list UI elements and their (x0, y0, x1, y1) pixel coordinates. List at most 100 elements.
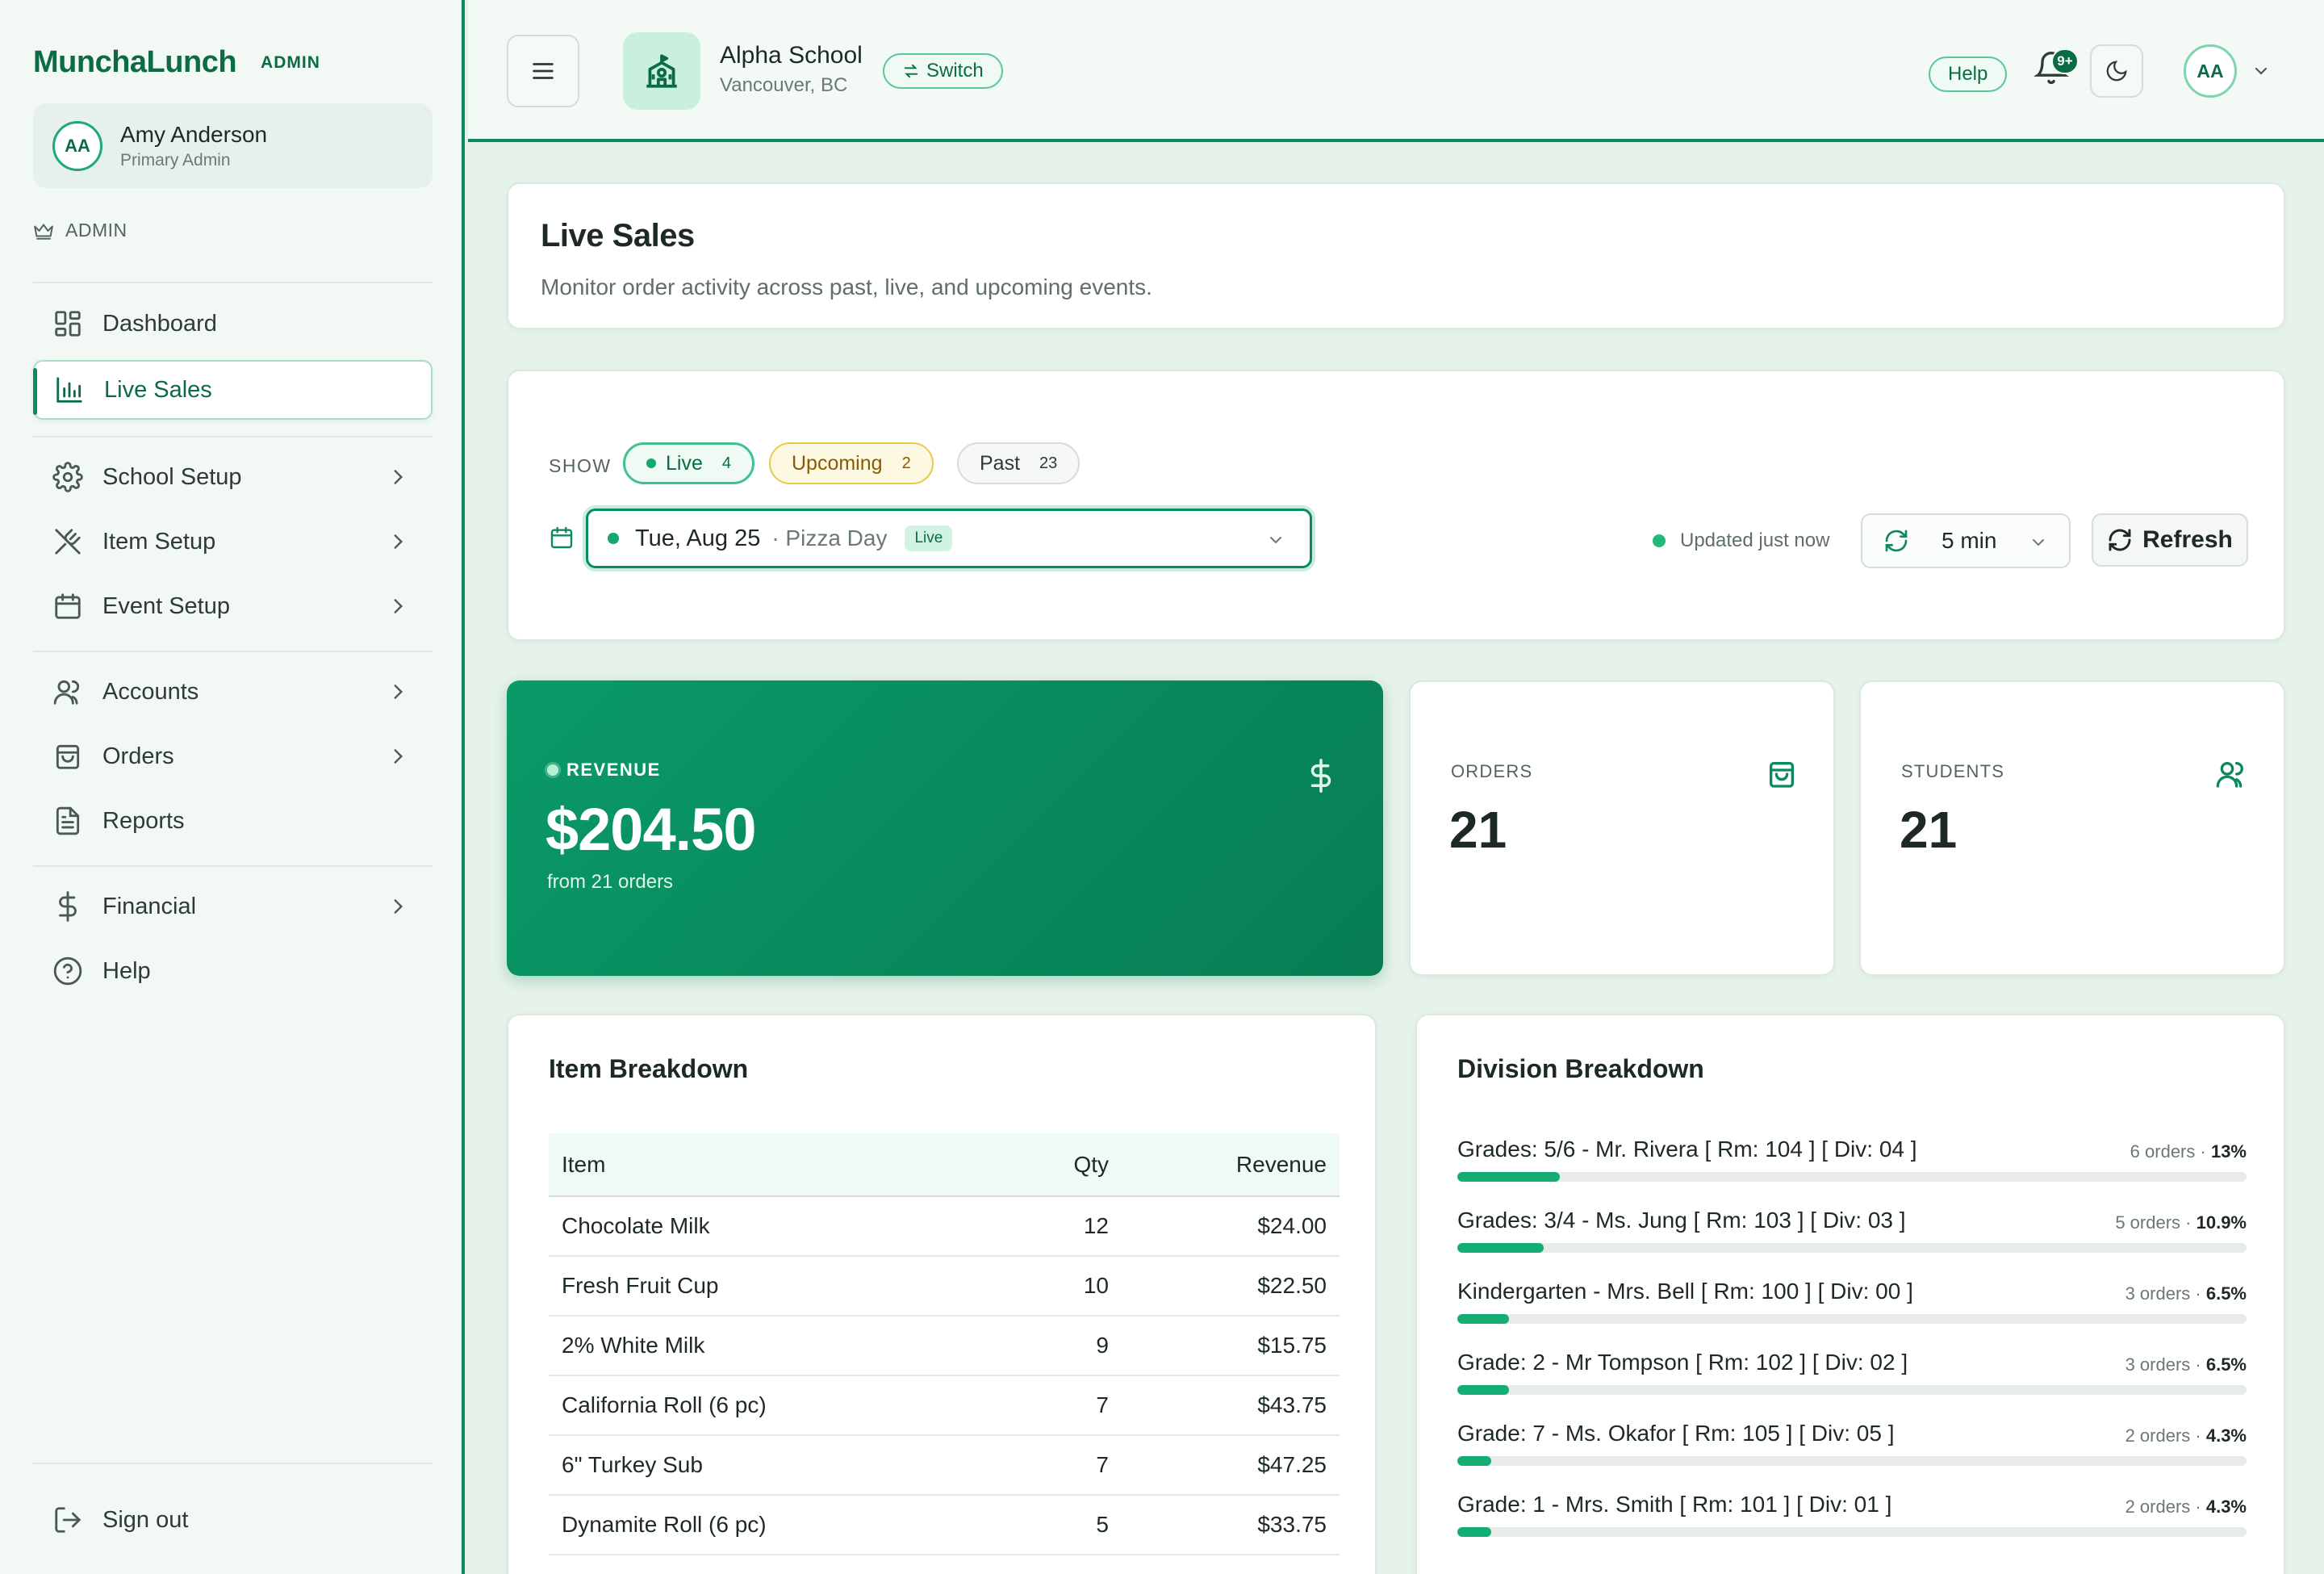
user-role: Primary Admin (120, 150, 231, 170)
orders-label: ORDERS (1451, 761, 1533, 781)
progress-track (1457, 1385, 2247, 1395)
notification-badge: 9+ (2051, 48, 2079, 74)
user-card[interactable]: AA Amy Anderson Primary Admin (33, 103, 433, 188)
chevron-down-icon (2033, 539, 2044, 546)
refresh-interval-select[interactable]: 5 min (1861, 513, 2071, 568)
progress-fill (1457, 1243, 1544, 1253)
filter-past-pill[interactable]: Past 23 (957, 442, 1080, 484)
list-item: Grade: 2 - Mr Tompson [ Rm: 102 ] [ Div:… (1457, 1350, 2247, 1398)
event-name: · Pizza Day (771, 525, 888, 550)
table-header-row: Item Qty Revenue (549, 1133, 1340, 1197)
progress-fill (1457, 1172, 1561, 1182)
sidebar-item-label: Help (102, 957, 151, 984)
division-name: Grade: 1 - Mrs. Smith [ Rm: 101 ] [ Div:… (1457, 1492, 1892, 1517)
page-subtitle: Monitor order activity across past, live… (541, 274, 1152, 299)
item-name-cell: Fresh Fruit Cup (549, 1256, 993, 1317)
item-qty-cell: 10 (993, 1256, 1114, 1317)
switch-school-button[interactable]: Switch (883, 53, 1003, 89)
item-qty-cell: 9 (993, 1316, 1114, 1376)
item-breakdown-title: Item Breakdown (549, 1054, 749, 1083)
table-row: Chocolate Milk 12 $24.00 (549, 1196, 1340, 1257)
chevron-right-icon (394, 684, 403, 699)
chevron-down-icon[interactable] (2251, 61, 2271, 81)
sidebar-item-event-setup[interactable]: Event Setup (33, 576, 433, 636)
sidebar-item-school-setup[interactable]: School Setup (33, 447, 433, 507)
live-dot (608, 533, 619, 544)
orders-card: ORDERS 21 (1409, 680, 1835, 976)
item-name-cell: 6" Turkey Sub (549, 1435, 993, 1496)
sidebar-item-reports[interactable]: Reports (33, 791, 433, 851)
item-breakdown-table: Item Qty Revenue Chocolate Milk 12 $24.0… (549, 1133, 1340, 1555)
division-breakdown-card: Division Breakdown Grades: 5/6 - Mr. Riv… (1415, 1014, 2285, 1574)
list-item: Grade: 7 - Ms. Okafor [ Rm: 105 ] [ Div:… (1457, 1421, 2247, 1469)
revenue-subtext: from 21 orders (547, 871, 674, 893)
help-button[interactable]: Help (1929, 57, 2008, 92)
filter-upcoming-pill[interactable]: Upcoming 2 (769, 442, 934, 484)
brand-name: MunchaLunch (33, 45, 237, 79)
sidebar-item-item-setup[interactable]: Item Setup (33, 512, 433, 571)
filter-card: SHOW Live 4 Upcoming 2 Past 23 Tue, Aug … (507, 370, 2285, 641)
divider (33, 865, 433, 867)
sidebar: MunchaLunch ADMIN AA Amy Anderson Primar… (0, 0, 465, 1574)
menu-button[interactable] (507, 35, 579, 107)
users-icon (2216, 762, 2243, 788)
sign-out-button[interactable]: Sign out (33, 1490, 433, 1550)
column-header-item[interactable]: Item (549, 1133, 993, 1197)
users-icon (53, 680, 80, 705)
progress-fill (1457, 1527, 1492, 1537)
division-name: Grade: 2 - Mr Tompson [ Rm: 102 ] [ Div:… (1457, 1350, 1908, 1375)
table-row: Fresh Fruit Cup 10 $22.50 (549, 1256, 1340, 1317)
dollar-icon (59, 891, 77, 922)
event-select[interactable]: Tue, Aug 25 · Pizza Day Live (586, 509, 1312, 568)
division-stat: 2 orders · 4.3% (2125, 1425, 2247, 1446)
updated-status: Updated just now (1653, 530, 1829, 552)
divider (33, 436, 433, 437)
sidebar-item-live-sales[interactable]: Live Sales (33, 360, 433, 420)
revenue-label: REVENUE (547, 760, 661, 781)
table-row: California Roll (6 pc) 7 $43.75 (549, 1375, 1340, 1436)
sidebar-item-financial[interactable]: Financial (33, 877, 433, 936)
orders-value: 21 (1449, 801, 1507, 859)
division-stat: 5 orders · 10.9% (2115, 1212, 2247, 1233)
refresh-icon (2109, 529, 2131, 551)
sidebar-item-help[interactable]: Help (33, 941, 433, 1001)
column-header-qty[interactable]: Qty (993, 1133, 1114, 1197)
brand[interactable]: MunchaLunch ADMIN (33, 45, 320, 80)
item-qty-cell: 7 (993, 1375, 1114, 1436)
header-avatar[interactable]: AA (2184, 44, 2237, 98)
item-name-cell: Dynamite Roll (6 pc) (549, 1495, 993, 1555)
item-qty-cell: 5 (993, 1495, 1114, 1555)
table-row: 6" Turkey Sub 7 $47.25 (549, 1435, 1340, 1496)
item-name-cell: California Roll (6 pc) (549, 1375, 993, 1436)
students-value: 21 (1900, 801, 1958, 859)
divider (33, 282, 433, 283)
sidebar-item-label: Reports (102, 807, 185, 834)
school-icon (623, 32, 700, 110)
refresh-button[interactable]: Refresh (2092, 513, 2248, 567)
sidebar-item-orders[interactable]: Orders (33, 726, 433, 786)
sidebar-item-label: Dashboard (102, 310, 217, 337)
theme-toggle-button[interactable] (2090, 44, 2143, 98)
status-badge: Live (905, 525, 953, 551)
students-card: STUDENTS 21 (1859, 680, 2285, 976)
school-location: Vancouver, BC (720, 74, 848, 96)
sidebar-item-label: Event Setup (102, 592, 230, 619)
shopping-bag-icon (56, 744, 80, 769)
progress-fill (1457, 1314, 1509, 1324)
filter-live-pill[interactable]: Live 4 (623, 442, 754, 484)
moon-icon (2106, 61, 2127, 82)
utensils-icon (55, 529, 81, 555)
sidebar-item-dashboard[interactable]: Dashboard (33, 294, 433, 354)
progress-fill (1457, 1456, 1492, 1466)
sidebar-item-accounts[interactable]: Accounts (33, 662, 433, 722)
help-circle-icon (53, 957, 82, 986)
item-revenue-cell: $33.75 (1114, 1495, 1340, 1555)
column-header-revenue[interactable]: Revenue (1114, 1133, 1340, 1197)
item-qty-cell: 7 (993, 1435, 1114, 1496)
divider (33, 1463, 433, 1464)
dashboard-icon (55, 311, 81, 337)
revenue-card: REVENUE $204.50 from 21 orders (507, 680, 1383, 976)
swap-icon (904, 64, 918, 78)
division-breakdown-title: Division Breakdown (1457, 1054, 1704, 1083)
progress-track (1457, 1172, 2247, 1182)
